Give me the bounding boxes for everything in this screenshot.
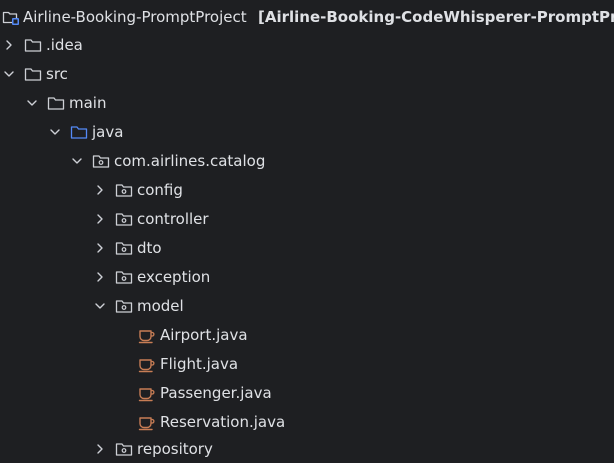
tree-item-label: java: [92, 123, 124, 141]
tree-row-passenger-java[interactable]: Passenger.java: [0, 379, 614, 408]
tree-row-repository[interactable]: repository: [0, 435, 614, 463]
chevron-down-icon[interactable]: [2, 67, 16, 81]
chevron-down-icon[interactable]: [48, 125, 62, 139]
chevron-down-icon[interactable]: [70, 154, 84, 168]
tree-item-label: main: [69, 94, 107, 112]
tree-row-idea[interactable]: .idea: [0, 31, 614, 60]
package-icon: [92, 152, 110, 170]
project-tree: Airline-Booking-PromptProject [Airline-B…: [0, 0, 614, 463]
chevron-down-icon[interactable]: [25, 96, 39, 110]
source-root-folder-icon: [70, 123, 88, 141]
tree-item-label: .idea: [46, 36, 83, 54]
java-file-icon: [138, 413, 156, 431]
tree-item-label: repository: [137, 440, 213, 458]
tree-row-src[interactable]: src: [0, 60, 614, 89]
chevron-right-icon[interactable]: [93, 442, 107, 456]
root-project-name: Airline-Booking-PromptProject: [23, 8, 247, 26]
java-file-icon: [138, 355, 156, 373]
package-icon: [115, 440, 133, 458]
tree-item-label: Airport.java: [160, 326, 248, 344]
tree-row-model[interactable]: model: [0, 292, 614, 321]
tree-row-package-root[interactable]: com.airlines.catalog: [0, 147, 614, 176]
tree-row-root[interactable]: Airline-Booking-PromptProject [Airline-B…: [0, 3, 614, 32]
chevron-down-icon[interactable]: [93, 299, 107, 313]
tree-row-controller[interactable]: controller: [0, 205, 614, 234]
package-icon: [115, 210, 133, 228]
root-module-name: [Airline-Booking-CodeWhisperer-PromptPro: [258, 8, 614, 26]
package-icon: [115, 239, 133, 257]
tree-item-label: src: [46, 65, 68, 83]
tree-row-exception[interactable]: exception: [0, 263, 614, 292]
chevron-right-icon[interactable]: [93, 212, 107, 226]
package-icon: [115, 268, 133, 286]
tree-item-label: exception: [137, 268, 211, 286]
tree-row-flight-java[interactable]: Flight.java: [0, 350, 614, 379]
project-folder-icon: [2, 8, 20, 26]
package-icon: [115, 297, 133, 315]
tree-item-label: config: [137, 181, 183, 199]
tree-row-java[interactable]: java: [0, 118, 614, 147]
folder-icon: [47, 94, 65, 112]
chevron-right-icon[interactable]: [2, 38, 16, 52]
chevron-right-icon[interactable]: [93, 183, 107, 197]
folder-icon: [24, 36, 42, 54]
tree-row-config[interactable]: config: [0, 176, 614, 205]
tree-item-label: Reservation.java: [160, 413, 286, 431]
tree-item-label: model: [137, 297, 184, 315]
tree-row-reservation-java[interactable]: Reservation.java: [0, 408, 614, 437]
package-icon: [115, 181, 133, 199]
tree-row-airport-java[interactable]: Airport.java: [0, 321, 614, 350]
chevron-right-icon[interactable]: [93, 270, 107, 284]
tree-item-label: controller: [137, 210, 209, 228]
tree-item-label: com.airlines.catalog: [114, 152, 266, 170]
tree-item-label: Passenger.java: [160, 384, 272, 402]
tree-row-dto[interactable]: dto: [0, 234, 614, 263]
java-file-icon: [138, 384, 156, 402]
java-file-icon: [138, 326, 156, 344]
chevron-right-icon[interactable]: [93, 241, 107, 255]
folder-icon: [24, 65, 42, 83]
tree-row-main[interactable]: main: [0, 89, 614, 118]
tree-item-label: Flight.java: [160, 355, 239, 373]
tree-item-label: dto: [137, 239, 162, 257]
